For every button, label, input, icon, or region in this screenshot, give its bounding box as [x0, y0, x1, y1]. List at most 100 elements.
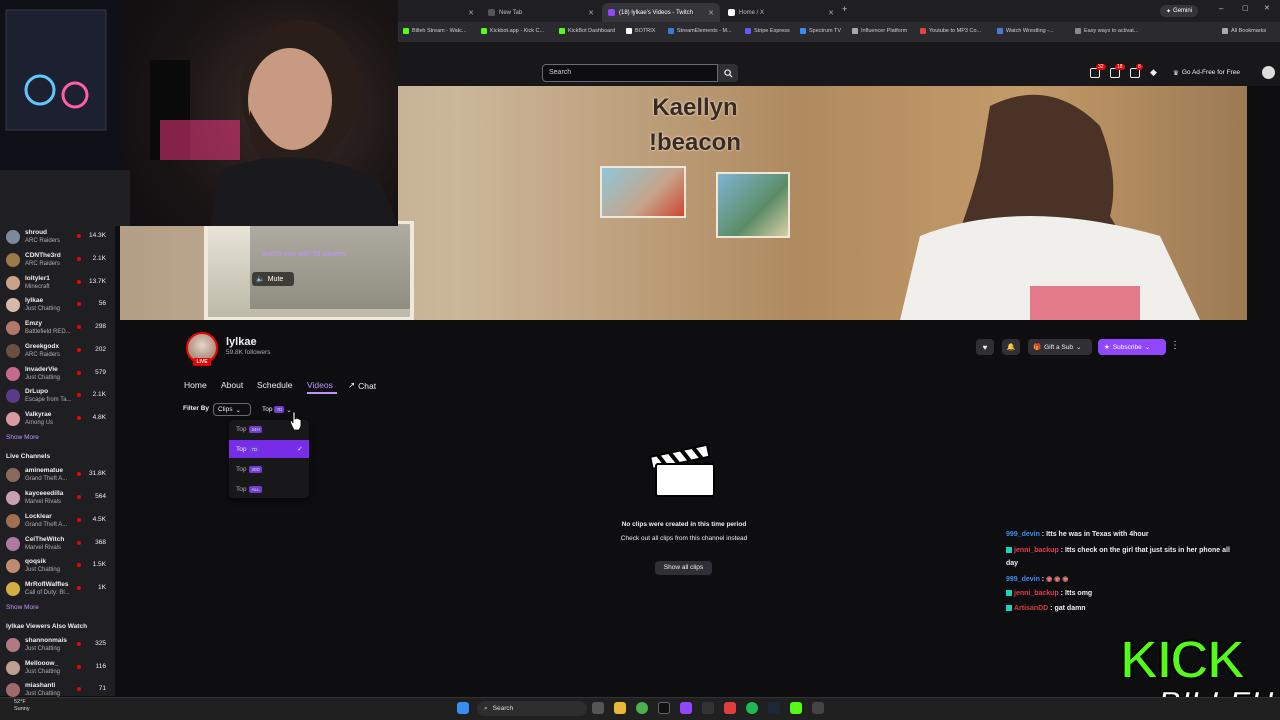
- start-icon[interactable]: [457, 702, 469, 714]
- new-tab-icon[interactable]: +: [842, 4, 847, 14]
- tab-videos[interactable]: Videos: [307, 380, 333, 390]
- sort-option-all[interactable]: Top ALL: [229, 480, 309, 498]
- channel-game: Grand Theft A...: [25, 476, 68, 482]
- x-app-icon[interactable]: [658, 702, 670, 714]
- chat-text: gat damn: [1054, 605, 1086, 612]
- show-all-clips-button[interactable]: Show all clips: [655, 561, 712, 575]
- channel-name[interactable]: lylkae: [226, 336, 257, 348]
- browser-tab-new[interactable]: New Tab ✕: [482, 3, 600, 22]
- sidebar-channel-drlupo[interactable]: DrLupo Escape from Ta... 2.1K: [6, 385, 110, 407]
- bookmark[interactable]: Stripe Express: [745, 28, 790, 34]
- live-dot-icon: [77, 541, 81, 545]
- sidebar-channel-mrroflwaffles[interactable]: MrRoflWaffles Call of Duty: Bl... 1K: [6, 578, 110, 600]
- sidebar-channel-emzy[interactable]: Emzy Battlefield RED... 298: [6, 317, 110, 339]
- bookmark[interactable]: Spectrum TV: [800, 28, 841, 34]
- sidebar-channel-lylkae[interactable]: lylkae Just Chatting 56: [6, 294, 110, 316]
- bits-icon[interactable]: ◆: [1150, 67, 1157, 78]
- bookmark[interactable]: BOTRIX: [626, 28, 655, 34]
- channel-name: qoqsik: [25, 558, 46, 565]
- bookmark-label: StreamElements - M...: [677, 28, 732, 34]
- weather-widget[interactable]: 52°F Sunny: [14, 699, 30, 712]
- minimize-icon[interactable]: –: [1219, 4, 1223, 13]
- sidebar-channel-invadervie[interactable]: InvaderVie Just Chatting 579: [6, 363, 110, 385]
- close-tab-icon[interactable]: ✕: [828, 9, 834, 17]
- bookmark[interactable]: Easy ways to activat...: [1075, 28, 1138, 34]
- avatar: [6, 514, 20, 528]
- taskbar-search[interactable]: ⌕ Search: [477, 701, 587, 716]
- sort-option-7d[interactable]: Top 7D ✓: [229, 440, 309, 458]
- filter-label: Filter By: [183, 405, 210, 412]
- bookmark[interactable]: KickBot Dashboard: [559, 28, 615, 34]
- sidebar-channel-mellooow[interactable]: Mellooow_ Just Chatting 116: [6, 657, 110, 679]
- bookmark[interactable]: Youtube to MP3 Co...: [920, 28, 981, 34]
- sidebar-channel-kayceeedilla[interactable]: kayceeedilla Marvel Rivals 564: [6, 487, 110, 509]
- sidebar-channel-valkyrae[interactable]: Valkyrae Among Us 4.8K: [6, 408, 110, 430]
- user-avatar[interactable]: [1262, 66, 1275, 79]
- all-bookmarks[interactable]: All Bookmarks: [1222, 28, 1266, 34]
- avatar: [6, 683, 20, 697]
- kick-app-icon[interactable]: [790, 702, 802, 714]
- show-more-link[interactable]: Show More: [6, 434, 39, 441]
- ad-free-button[interactable]: ♛ Go Ad-Free for Free: [1168, 65, 1245, 80]
- tab-chat[interactable]: ↗ Chat: [348, 380, 376, 391]
- gift-sub-button[interactable]: 🎁 Gift a Sub ⌄: [1028, 339, 1092, 355]
- gemini-button[interactable]: ✦ Gemini: [1160, 5, 1199, 17]
- close-tab-icon[interactable]: ✕: [708, 9, 714, 17]
- bookmark[interactable]: Watch Wrestling -...: [997, 28, 1054, 34]
- close-tab-icon[interactable]: ✕: [588, 9, 594, 17]
- bookmark[interactable]: Billeh Stream - Watc...: [403, 28, 467, 34]
- gemini-label: Gemini: [1173, 8, 1193, 14]
- bookmark[interactable]: Influencer Platform: [852, 28, 907, 34]
- search-button[interactable]: [718, 64, 738, 82]
- taskbar-search-label: Search: [492, 705, 514, 712]
- browser-tab[interactable]: ✕: [400, 3, 480, 22]
- browser-tab-x[interactable]: Home / X ✕: [722, 3, 840, 22]
- avatar: [6, 491, 20, 505]
- sidebar-channel-aminematue[interactable]: aminematue Grand Theft A... 31.8K: [6, 464, 110, 486]
- watch-now-link[interactable]: Watch now with 58 viewers: [262, 251, 346, 258]
- notifications-button[interactable]: 🔔: [1002, 339, 1020, 355]
- steam-icon[interactable]: [768, 702, 780, 714]
- mute-button[interactable]: 🔈 Mute: [252, 272, 294, 286]
- spotify-icon[interactable]: [746, 702, 758, 714]
- task-view-icon[interactable]: [592, 702, 604, 714]
- sidebar-channel-greekgodx[interactable]: Greekgodx ARC Raiders 202: [6, 340, 110, 362]
- avatar: [6, 537, 20, 551]
- tab-schedule[interactable]: Schedule: [257, 380, 292, 390]
- sidebar-channel-locklear[interactable]: Locklear Grand Theft A... 4.5K: [6, 510, 110, 532]
- sidebar-channel-shannonmais[interactable]: shannonmais Just Chatting 325: [6, 634, 110, 656]
- chevron-down-icon: ⌄: [235, 406, 241, 414]
- file-explorer-icon[interactable]: [614, 702, 626, 714]
- bookmark[interactable]: Kickbot.app - Kick C...: [481, 28, 544, 34]
- app-icon[interactable]: [812, 702, 824, 714]
- live-dot-icon: [77, 348, 81, 352]
- filter-type-select[interactable]: Clips ⌄: [213, 403, 251, 416]
- twitch-app-icon[interactable]: [680, 702, 692, 714]
- tab-label: New Tab: [499, 9, 523, 16]
- option-prefix: Top: [236, 465, 247, 473]
- sidebar-channel-loltyler1[interactable]: loltyler1 Minecraft 13.7K: [6, 272, 110, 294]
- tab-about[interactable]: About: [221, 380, 243, 390]
- close-window-icon[interactable]: ✕: [1264, 4, 1270, 12]
- more-options-icon[interactable]: ⋮: [1170, 339, 1180, 355]
- show-more-link[interactable]: Show More: [6, 604, 39, 611]
- channel-name: InvaderVie: [25, 366, 58, 373]
- sidebar-channel-cdnthe3rd[interactable]: CDNThe3rd ARC Raiders 2.1K: [6, 249, 110, 271]
- tab-home[interactable]: Home: [184, 380, 207, 390]
- maximize-icon[interactable]: ▢: [1242, 4, 1249, 12]
- sidebar-channel-shroud[interactable]: shroud ARC Raiders 14.3K: [6, 226, 110, 248]
- follow-button[interactable]: ♥: [976, 339, 994, 355]
- close-tab-icon[interactable]: ✕: [468, 9, 474, 17]
- search-input[interactable]: Search: [542, 64, 718, 82]
- option-prefix: Top: [236, 425, 247, 433]
- media-app-icon[interactable]: [724, 702, 736, 714]
- sidebar-channel-qoqsik[interactable]: qoqsik Just Chatting 1.5K: [6, 555, 110, 577]
- channel-game: Battlefield RED...: [25, 329, 71, 335]
- terminal-icon[interactable]: [702, 702, 714, 714]
- bookmark[interactable]: StreamElements - M...: [668, 28, 732, 34]
- sidebar-channel-celthewitch[interactable]: CelTheWitch Marvel Rivals 368: [6, 533, 110, 555]
- browser-tab-twitch[interactable]: (18) lylkae's Videos - Twitch ✕: [602, 3, 720, 22]
- subscribe-button[interactable]: ★ Subscribe ⌄: [1098, 339, 1166, 355]
- chrome-icon[interactable]: [636, 702, 648, 714]
- sort-option-30d[interactable]: Top 30D: [229, 460, 309, 478]
